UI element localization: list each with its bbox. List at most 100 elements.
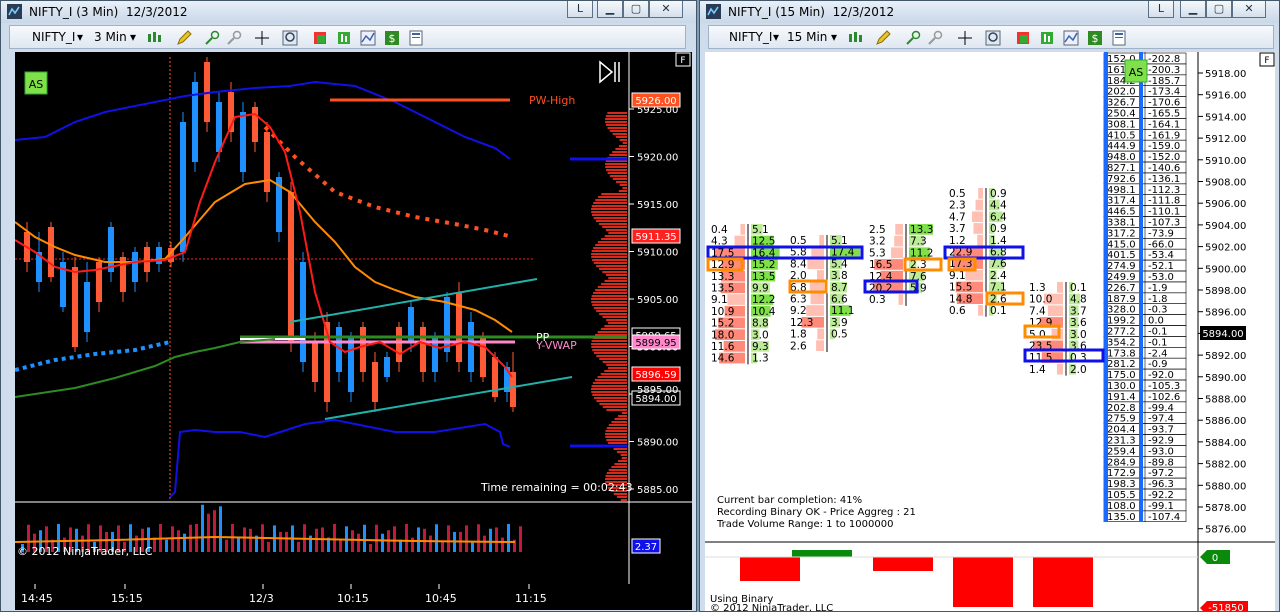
chevron-down-icon[interactable]: ▾ — [831, 30, 837, 44]
pencil-draw-icon[interactable] — [875, 30, 891, 46]
last-price-tag-text: 5894.00 — [1202, 329, 1243, 340]
footprint-chart-panel[interactable]: 5918.00 5916.00 5914.00 5912.00 5910.00 5908.… — [705, 52, 1275, 612]
properties-icon[interactable] — [1111, 30, 1127, 46]
price-tick-label: 5902.00 — [1205, 243, 1246, 254]
volume-profile-bar — [615, 148, 627, 150]
chart-style-icon[interactable] — [336, 30, 352, 46]
zoom-in-icon[interactable] — [905, 30, 921, 46]
bar-settings-icon[interactable] — [312, 30, 328, 46]
ladder-delta: -110.1 — [1148, 207, 1180, 218]
volume-profile-bar — [595, 244, 627, 246]
price-tick-label: 5890.00 — [1205, 373, 1246, 384]
minimize-button[interactable]: ▁ — [1180, 1, 1206, 18]
bar-settings-icon[interactable] — [1015, 30, 1031, 46]
footprint-ask-value: 1.4 — [990, 235, 1007, 247]
volume-bar — [243, 527, 246, 552]
volume-profile-bar — [597, 241, 627, 243]
footprint-bid-cell — [1057, 282, 1063, 293]
strategy-dollar-icon[interactable]: $ — [384, 30, 400, 46]
chevron-down-icon[interactable]: ▾ — [130, 30, 136, 44]
close-button[interactable]: ✕ — [1232, 1, 1266, 18]
volume-profile-bar — [613, 448, 627, 450]
volume-profile-bar — [597, 286, 627, 288]
indicators-icon[interactable] — [360, 30, 376, 46]
properties-icon[interactable] — [408, 30, 424, 46]
price-chart-panel[interactable]: 5925.005920.005915.005910.005905.005900.… — [14, 52, 692, 584]
interval-selector[interactable]: 15 Min — [787, 30, 827, 44]
link-button[interactable]: L — [567, 1, 593, 18]
footprint-ask-value: 3.6 — [1070, 317, 1087, 329]
title-bar[interactable]: NIFTY_I (15 Min) 12/3/2012 L ▁ ▢ ✕ — [700, 1, 1279, 23]
ladder-volume: 326.7 — [1107, 98, 1136, 109]
chevron-down-icon[interactable]: ▾ — [77, 30, 83, 44]
maximize-button[interactable]: ▢ — [1206, 1, 1232, 18]
time-axis[interactable]: 14:45 15:15 12/3 10:15 10:45 11:15 — [15, 584, 692, 610]
volume-profile-bar — [604, 325, 627, 327]
volume-bar — [447, 525, 450, 552]
time-tick-label: 10:15 — [337, 592, 369, 605]
footprint-bid-value: 15.2 — [711, 318, 734, 330]
volume-profile-bar — [605, 163, 627, 165]
volume-profile-bar — [591, 391, 627, 393]
zoom-out-icon[interactable] — [226, 30, 242, 46]
volume-profile-bar — [620, 454, 627, 456]
candle-body — [72, 267, 78, 347]
price-tag-text: 5899.95 — [635, 338, 676, 349]
ladder-volume: 130.0 — [1107, 381, 1136, 392]
title-bar[interactable]: NIFTY_I (3 Min) 12/3/2012 L ▁ ▢ ✕ — [1, 1, 696, 23]
volume-profile-bar — [612, 178, 627, 180]
volume-profile-bar — [592, 349, 627, 351]
volume-profile-bar — [594, 397, 627, 399]
instrument-selector[interactable]: NIFTY_I — [729, 30, 772, 44]
ladder-volume: 317.2 — [1107, 228, 1136, 239]
ladder-delta: -170.6 — [1148, 98, 1180, 109]
magnifier-icon[interactable] — [282, 30, 298, 46]
volume-profile-bar — [605, 121, 627, 123]
candlestick-style-icon[interactable] — [146, 30, 162, 46]
crosshair-icon[interactable] — [254, 30, 270, 46]
footprint-bid-cell — [734, 235, 745, 247]
volume-profile-bar — [605, 124, 627, 126]
time-tick-label: 12/3 — [249, 592, 274, 605]
price-tag-text: 5895.00 — [637, 385, 678, 396]
price-chart-svg[interactable]: 5925.005920.005915.005910.005905.005900.… — [14, 52, 692, 584]
ladder-delta: -161.9 — [1148, 130, 1180, 141]
magnifier-icon[interactable] — [985, 30, 1001, 46]
candlestick-style-icon[interactable] — [847, 30, 863, 46]
footprint-bid-cell — [978, 305, 983, 316]
footprint-bid-value: 3.7 — [949, 223, 966, 235]
interval-selector[interactable]: 3 Min — [94, 30, 127, 44]
zoom-out-icon[interactable] — [927, 30, 943, 46]
close-button[interactable]: ✕ — [649, 1, 683, 18]
instrument-selector[interactable]: NIFTY_I — [32, 30, 75, 44]
footprint-bid-cell — [806, 305, 824, 316]
delta-bar — [873, 557, 933, 571]
indicators-icon[interactable] — [1063, 30, 1079, 46]
volume-profile-bar — [592, 214, 627, 216]
crosshair-icon[interactable] — [957, 30, 973, 46]
chart-window-3min[interactable]: NIFTY_I (3 Min) 12/3/2012 L ▁ ▢ ✕ NIFTY_… — [0, 0, 697, 612]
price-tick-label: 5882.00 — [1205, 460, 1246, 471]
footprint-bid-value: 5.0 — [1029, 329, 1046, 341]
volume-bar — [495, 527, 498, 552]
maximize-button[interactable]: ▢ — [623, 1, 649, 18]
footprint-bid-value: 12.3 — [790, 317, 813, 329]
chart-window-15min[interactable]: NIFTY_I (15 Min) 12/3/2012 L ▁ ▢ ✕ NIFTY… — [699, 0, 1280, 612]
price-tick-label: 5908.00 — [1205, 178, 1246, 189]
ladder-delta: -1.9 — [1148, 283, 1168, 294]
price-tick-label: 5878.00 — [1205, 503, 1246, 514]
strategy-dollar-icon[interactable]: $ — [1087, 30, 1103, 46]
ladder-volume: 135.0 — [1107, 512, 1136, 523]
footprint-bid-value: 2.5 — [869, 224, 886, 236]
zoom-in-icon[interactable] — [204, 30, 220, 46]
info-line: Recording Binary OK - Price Aggreg : 21 — [717, 507, 916, 518]
price-tag-text: 5911.35 — [635, 232, 676, 243]
chart-style-icon[interactable] — [1039, 30, 1055, 46]
chevron-down-icon[interactable]: ▾ — [773, 30, 779, 44]
minimize-button[interactable]: ▁ — [597, 1, 623, 18]
footprint-ask-value: 8.8 — [752, 318, 769, 330]
link-button[interactable]: L — [1148, 1, 1174, 18]
footprint-chart-svg[interactable]: 5918.00 5916.00 5914.00 5912.00 5910.00 5908.… — [705, 52, 1275, 612]
ladder-delta: -164.1 — [1148, 119, 1180, 130]
pencil-draw-icon[interactable] — [176, 30, 192, 46]
